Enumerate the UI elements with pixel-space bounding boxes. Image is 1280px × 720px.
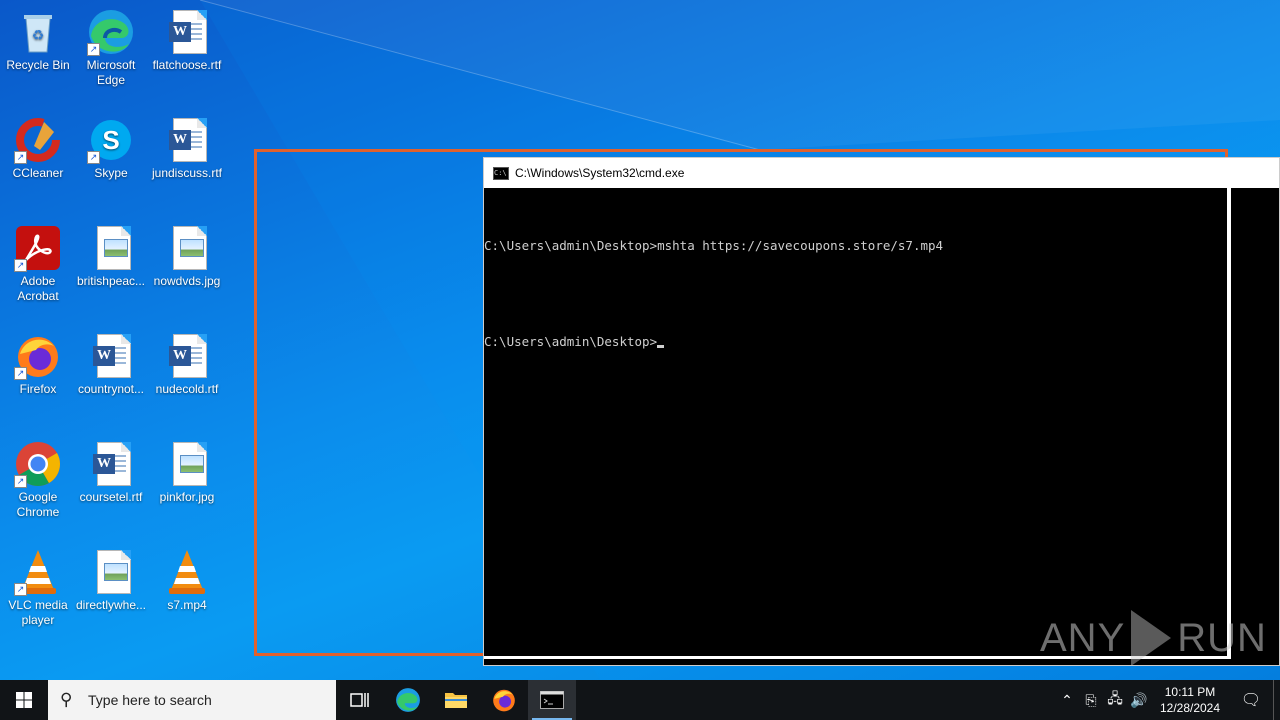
word-document-icon: W <box>163 116 211 164</box>
desktop-icon-nowdvds[interactable]: nowdvds.jpg <box>149 220 225 289</box>
svg-text:S: S <box>102 125 119 155</box>
edge-icon <box>396 688 420 712</box>
icon-label: countrynot... <box>77 382 145 396</box>
show-desktop-button[interactable] <box>1273 680 1280 720</box>
desktop-icon-flatchoose[interactable]: W flatchoose.rtf <box>149 4 225 73</box>
desktop-icon-pinkfor[interactable]: pinkfor.jpg <box>149 436 225 505</box>
image-file-icon <box>87 224 135 272</box>
icon-label: Adobe Acrobat <box>17 274 59 303</box>
desktop-icon-microsoft-edge[interactable]: ↗ Microsoft Edge <box>73 4 149 88</box>
skype-icon: S ↗ <box>87 116 135 164</box>
folder-icon <box>445 693 467 708</box>
taskbar-edge-button[interactable] <box>384 680 432 720</box>
icon-label: coursetel.rtf <box>79 490 143 504</box>
clock-date: 12/28/2024 <box>1159 701 1221 715</box>
firefox-icon: ↗ <box>14 332 62 380</box>
icon-label: Skype <box>94 166 128 180</box>
play-logo-icon <box>1131 610 1172 666</box>
task-view-button[interactable] <box>336 680 384 720</box>
desktop-icon-britishpeac[interactable]: britishpeac... <box>73 220 149 289</box>
image-file-icon <box>163 224 211 272</box>
notification-center-icon[interactable]: 🗨 <box>1229 690 1273 710</box>
chevron-up-icon[interactable]: ⌃ <box>1055 692 1079 709</box>
taskbar-clock[interactable]: 10:11 PM 12/28/2024 <box>1151 684 1229 716</box>
search-placeholder: Type here to search <box>88 692 212 708</box>
icon-label: flatchoose.rtf <box>152 58 222 72</box>
ccleaner-icon: ↗ <box>14 116 62 164</box>
icon-label: britishpeac... <box>76 274 146 288</box>
icon-label: Google Chrome <box>16 490 60 519</box>
image-file-icon <box>87 548 135 596</box>
clock-time: 10:11 PM <box>1164 685 1216 699</box>
desktop-icon-firefox[interactable]: ↗ Firefox <box>0 328 76 397</box>
desktop-icon-nudecold[interactable]: W nudecold.rtf <box>149 328 225 397</box>
icon-label: CCleaner <box>12 166 64 180</box>
desktop-icon-coursetel[interactable]: W coursetel.rtf <box>73 436 149 505</box>
desktop-icon-countrynot[interactable]: W countrynot... <box>73 328 149 397</box>
console-prompt: C:\Users\admin\Desktop> <box>484 334 658 349</box>
cmd-titlebar[interactable]: C:\ C:\Windows\System32\cmd.exe <box>484 158 1279 188</box>
console-line: C:\Users\admin\Desktop>mshta https://sav… <box>484 238 944 253</box>
image-file-icon <box>163 440 211 488</box>
icon-label: Firefox <box>19 382 57 396</box>
search-icon: ⚲ <box>60 690 73 709</box>
icon-label: Microsoft Edge <box>86 58 136 87</box>
vlc-media-file-icon <box>163 548 211 596</box>
desktop-icon-vlc[interactable]: ↗ VLC media player <box>0 544 76 628</box>
windows-logo-icon <box>16 692 32 708</box>
word-document-icon: W <box>87 440 135 488</box>
word-document-icon: W <box>163 8 211 56</box>
svg-text:♻: ♻ <box>32 27 45 43</box>
anyrun-watermark: ANY RUN <box>1040 610 1267 666</box>
icon-label: nudecold.rtf <box>155 382 219 396</box>
desktop-icon-adobe-acrobat[interactable]: ↗ Adobe Acrobat <box>0 220 76 304</box>
icon-label: directlywhe... <box>75 598 147 612</box>
window-edge <box>1227 188 1231 657</box>
desktop-icon-s7-mp4[interactable]: s7.mp4 <box>149 544 225 613</box>
taskbar-firefox-button[interactable] <box>480 680 528 720</box>
taskbar-search-box[interactable]: ⚲ Type here to search <box>48 680 336 720</box>
watermark-right-text: RUN <box>1177 615 1267 660</box>
desktop-icon-ccleaner[interactable]: ↗ CCleaner <box>0 112 76 181</box>
text-cursor <box>657 345 665 348</box>
word-document-icon: W <box>163 332 211 380</box>
volume-icon[interactable]: 🔊 <box>1127 692 1151 709</box>
task-view-icon <box>350 693 369 707</box>
vlc-icon: ↗ <box>14 548 62 596</box>
chrome-icon: ↗ <box>14 440 62 488</box>
adobe-acrobat-icon: ↗ <box>14 224 62 272</box>
edge-icon: ↗ <box>87 8 135 56</box>
icon-label: nowdvds.jpg <box>153 274 221 288</box>
recycle-bin-icon: ♻ <box>14 8 62 56</box>
desktop-icon-directlywhe[interactable]: directlywhe... <box>73 544 149 613</box>
start-button[interactable] <box>0 680 48 720</box>
cmd-icon <box>540 691 564 709</box>
cmd-window[interactable]: C:\ C:\Windows\System32\cmd.exe C:\Users… <box>483 157 1280 666</box>
desktop-icon-skype[interactable]: S ↗ Skype <box>73 112 149 181</box>
desktop-icon-recycle-bin[interactable]: ♻ Recycle Bin <box>0 4 76 73</box>
desktop-icon-google-chrome[interactable]: ↗ Google Chrome <box>0 436 76 520</box>
taskbar-cmd-button[interactable] <box>528 680 576 720</box>
taskbar-file-explorer-button[interactable] <box>432 680 480 720</box>
icon-label: VLC media player <box>8 598 68 627</box>
icon-label: Recycle Bin <box>6 58 70 72</box>
desktop-icon-jundiscuss[interactable]: W jundiscuss.rtf <box>149 112 225 181</box>
icon-label: pinkfor.jpg <box>159 490 215 504</box>
network-icon[interactable]: 🖧 <box>1103 688 1127 712</box>
cmd-console-output[interactable]: C:\Users\admin\Desktop>mshta https://sav… <box>484 188 1279 382</box>
firefox-icon <box>493 689 515 712</box>
icon-label: jundiscuss.rtf <box>151 166 223 180</box>
meet-now-icon[interactable]: ⎘ <box>1079 692 1103 709</box>
cmd-app-icon: C:\ <box>493 166 509 180</box>
word-document-icon: W <box>87 332 135 380</box>
system-tray: ⌃ ⎘ 🖧 🔊 10:11 PM 12/28/2024 🗨 <box>1055 680 1280 720</box>
taskbar: ⚲ Type here to search ⌃ ⎘ 🖧 🔊 10:11 PM 1… <box>0 680 1280 720</box>
watermark-left-text: ANY <box>1040 615 1126 660</box>
console-prompt-line: C:\Users\admin\Desktop> <box>484 334 1279 350</box>
cmd-window-title: C:\Windows\System32\cmd.exe <box>515 166 685 180</box>
icon-label: s7.mp4 <box>167 598 207 612</box>
